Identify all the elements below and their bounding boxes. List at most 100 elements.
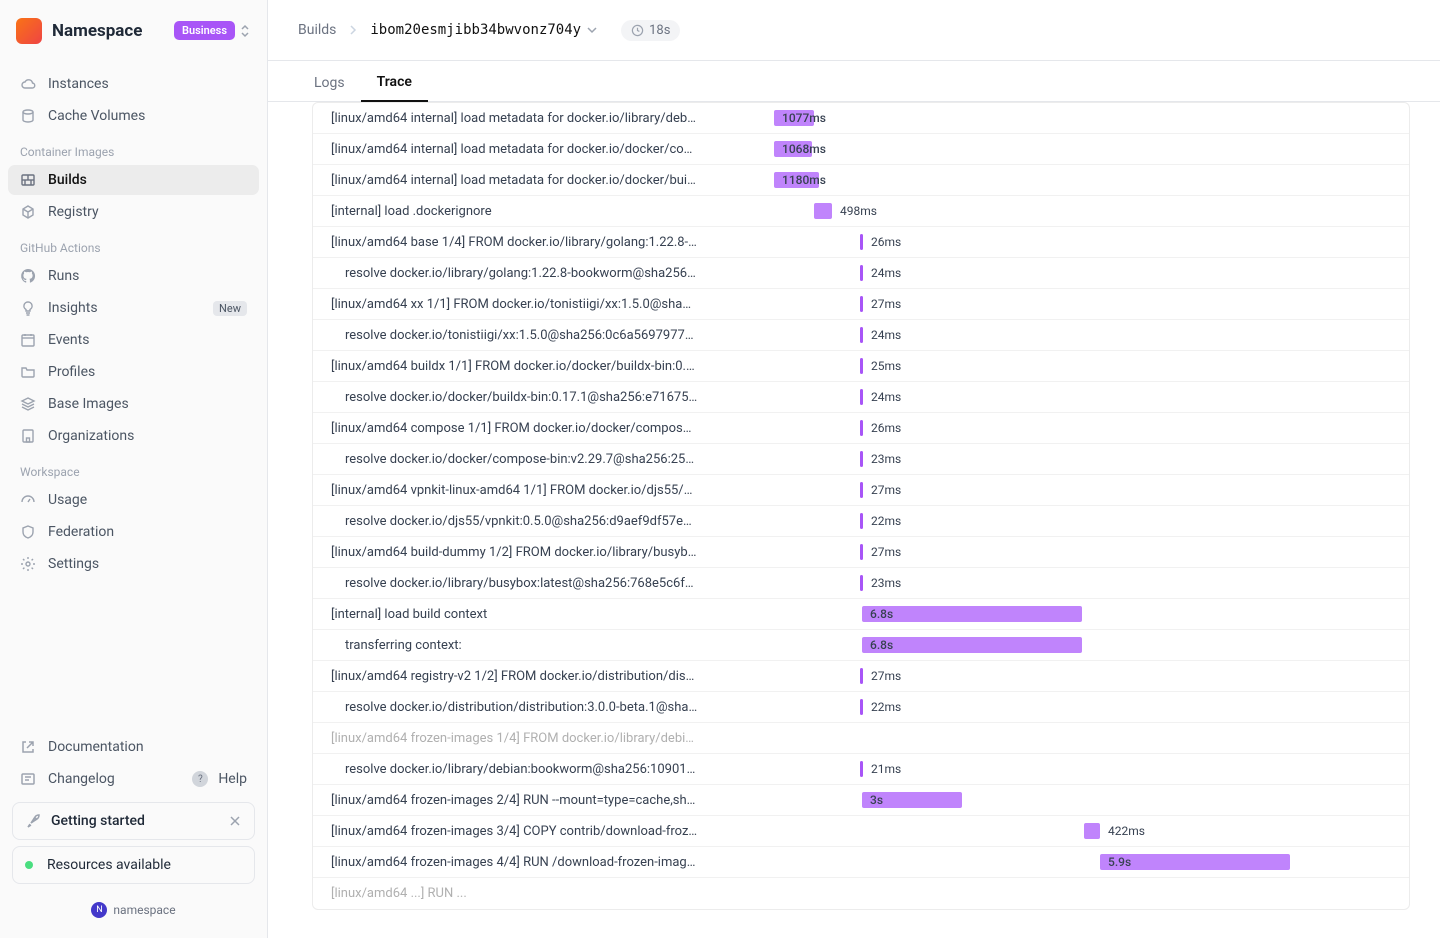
- trace-row[interactable]: [linux/amd64 base 1/4] FROM docker.io/li…: [313, 227, 1409, 258]
- trace-bar-area: [698, 878, 1409, 909]
- trace-row[interactable]: resolve docker.io/docker/compose-bin:v2.…: [313, 444, 1409, 475]
- trace-bar: [860, 699, 863, 715]
- trace-bar-area: 21ms: [698, 754, 1409, 784]
- trace-bar: [862, 606, 1082, 622]
- trace-duration: 3s: [866, 793, 883, 807]
- trace-bar-area: 27ms: [698, 537, 1409, 567]
- trace-row[interactable]: transferring context:6.8s: [313, 630, 1409, 661]
- trace-row[interactable]: [linux/amd64 registry-v2 1/2] FROM docke…: [313, 661, 1409, 692]
- trace-row[interactable]: [linux/amd64 build-dummy 1/2] FROM docke…: [313, 537, 1409, 568]
- trace-row[interactable]: resolve docker.io/tonistiigi/xx:1.5.0@sh…: [313, 320, 1409, 351]
- label: Profiles: [48, 364, 95, 380]
- sidebar-item-insights[interactable]: InsightsNew: [8, 293, 259, 323]
- label: Help: [218, 771, 247, 787]
- breadcrumb-build-id[interactable]: ibom20esmjibb34bwvonz704y: [370, 22, 581, 38]
- sidebar-item-registry[interactable]: Registry: [8, 197, 259, 227]
- trace-row[interactable]: [linux/amd64 internal] load metadata for…: [313, 134, 1409, 165]
- folder-icon: [20, 364, 36, 380]
- sidebar-item-organizations[interactable]: Organizations: [8, 421, 259, 451]
- trace-row[interactable]: [linux/amd64 frozen-images 1/4] FROM doc…: [313, 723, 1409, 754]
- label: Usage: [48, 492, 87, 508]
- trace-duration: 27ms: [871, 545, 901, 559]
- trace-row[interactable]: resolve docker.io/djs55/vpnkit:0.5.0@sha…: [313, 506, 1409, 537]
- trace-bar-area: 3s: [698, 785, 1409, 815]
- sidebar-item-documentation[interactable]: Documentation: [12, 732, 255, 762]
- trace-row[interactable]: resolve docker.io/library/golang:1.22.8-…: [313, 258, 1409, 289]
- trace-bar: [860, 389, 863, 405]
- sidebar-item-instances[interactable]: Instances: [8, 69, 259, 99]
- trace-label: resolve docker.io/library/golang:1.22.8-…: [313, 266, 698, 281]
- help-icon: ?: [192, 771, 208, 787]
- trace-label: [linux/amd64 internal] load metadata for…: [313, 173, 698, 188]
- breadcrumb-root[interactable]: Builds: [298, 22, 336, 38]
- trace-bar: [860, 420, 863, 436]
- tab-trace[interactable]: Trace: [361, 64, 428, 102]
- sidebar: Namespace Business InstancesCache Volume…: [0, 0, 268, 938]
- trace-bar: [860, 327, 863, 343]
- sidebar-item-base-images[interactable]: Base Images: [8, 389, 259, 419]
- cloud-icon: [20, 76, 36, 92]
- trace-row[interactable]: [internal] load build context6.8s: [313, 599, 1409, 630]
- trace-label: resolve docker.io/library/debian:bookwor…: [313, 762, 698, 777]
- news-icon: [20, 771, 36, 787]
- gh-icon: [20, 268, 36, 284]
- badge: New: [213, 301, 247, 316]
- sidebar-item-builds[interactable]: Builds: [8, 165, 259, 195]
- trace-row[interactable]: [internal] load .dockerignore498ms: [313, 196, 1409, 227]
- sidebar-item-runs[interactable]: Runs: [8, 261, 259, 291]
- sidebar-item-changelog[interactable]: Changelog: [12, 764, 192, 794]
- trace-duration: 27ms: [871, 669, 901, 683]
- trace-bar-area: 22ms: [698, 506, 1409, 536]
- trace-row[interactable]: [linux/amd64 frozen-images 2/4] RUN --mo…: [313, 785, 1409, 816]
- trace-row[interactable]: [linux/amd64 compose 1/1] FROM docker.io…: [313, 413, 1409, 444]
- trace-row[interactable]: resolve docker.io/library/debian:bookwor…: [313, 754, 1409, 785]
- trace-duration: 21ms: [871, 762, 901, 776]
- sidebar-item-usage[interactable]: Usage: [8, 485, 259, 515]
- resources-card[interactable]: Resources available: [12, 846, 255, 884]
- chevron-down-icon[interactable]: [587, 26, 597, 34]
- plan-switcher[interactable]: Business: [174, 21, 235, 40]
- trace-duration: 22ms: [871, 514, 901, 528]
- sidebar-item-profiles[interactable]: Profiles: [8, 357, 259, 387]
- trace-row[interactable]: resolve docker.io/library/busybox:latest…: [313, 568, 1409, 599]
- trace-bar-area: 26ms: [698, 227, 1409, 257]
- sidebar-item-events[interactable]: Events: [8, 325, 259, 355]
- trace-bar-area: 24ms: [698, 258, 1409, 288]
- trace-bar-area: 23ms: [698, 568, 1409, 598]
- sidebar-item-help[interactable]: ? Help: [192, 764, 255, 794]
- sidebar-item-settings[interactable]: Settings: [8, 549, 259, 579]
- brand-name: Namespace: [52, 21, 142, 41]
- shield-icon: [20, 524, 36, 540]
- sidebar-item-federation[interactable]: Federation: [8, 517, 259, 547]
- trace-row[interactable]: [linux/amd64 internal] load metadata for…: [313, 165, 1409, 196]
- trace-row[interactable]: [linux/amd64 vpnkit-linux-amd64 1/1] FRO…: [313, 475, 1409, 506]
- trace-bar-area: 422ms: [698, 816, 1409, 846]
- trace-label: [linux/amd64 build-dummy 1/2] FROM docke…: [313, 545, 698, 560]
- trace-duration: 25ms: [871, 359, 901, 373]
- getting-started-card[interactable]: Getting started: [12, 802, 255, 840]
- trace-duration: 24ms: [871, 390, 901, 404]
- trace-row[interactable]: resolve docker.io/distribution/distribut…: [313, 692, 1409, 723]
- sidebar-item-cache-volumes[interactable]: Cache Volumes: [8, 101, 259, 131]
- topbar: Builds ibom20esmjibb34bwvonz704y 18s: [268, 0, 1440, 61]
- trace-row[interactable]: [linux/amd64 frozen-images 3/4] COPY con…: [313, 816, 1409, 847]
- label: Documentation: [48, 739, 144, 755]
- trace-bar: [860, 544, 863, 560]
- tab-logs[interactable]: Logs: [298, 65, 361, 101]
- footer-brand: N namespace: [12, 890, 255, 922]
- trace-row[interactable]: [linux/amd64 xx 1/1] FROM docker.io/toni…: [313, 289, 1409, 320]
- trace-row[interactable]: resolve docker.io/docker/buildx-bin:0.17…: [313, 382, 1409, 413]
- trace-duration: 23ms: [871, 576, 901, 590]
- label: Events: [48, 332, 89, 348]
- trace-bar-area: 6.8s: [698, 599, 1409, 629]
- trace-label: [linux/amd64 compose 1/1] FROM docker.io…: [313, 421, 698, 436]
- trace-row[interactable]: [linux/amd64 frozen-images 4/4] RUN /dow…: [313, 847, 1409, 878]
- trace-row[interactable]: [linux/amd64 internal] load metadata for…: [313, 103, 1409, 134]
- trace-row[interactable]: [linux/amd64 ...] RUN ...: [313, 878, 1409, 909]
- trace-row[interactable]: [linux/amd64 buildx 1/1] FROM docker.io/…: [313, 351, 1409, 382]
- plan-chevron-icon[interactable]: [239, 24, 251, 38]
- close-icon[interactable]: [228, 814, 242, 828]
- trace-table: [linux/amd64 internal] load metadata for…: [312, 102, 1410, 910]
- trace-duration: 1180ms: [778, 173, 826, 187]
- trace-bar: [860, 513, 863, 529]
